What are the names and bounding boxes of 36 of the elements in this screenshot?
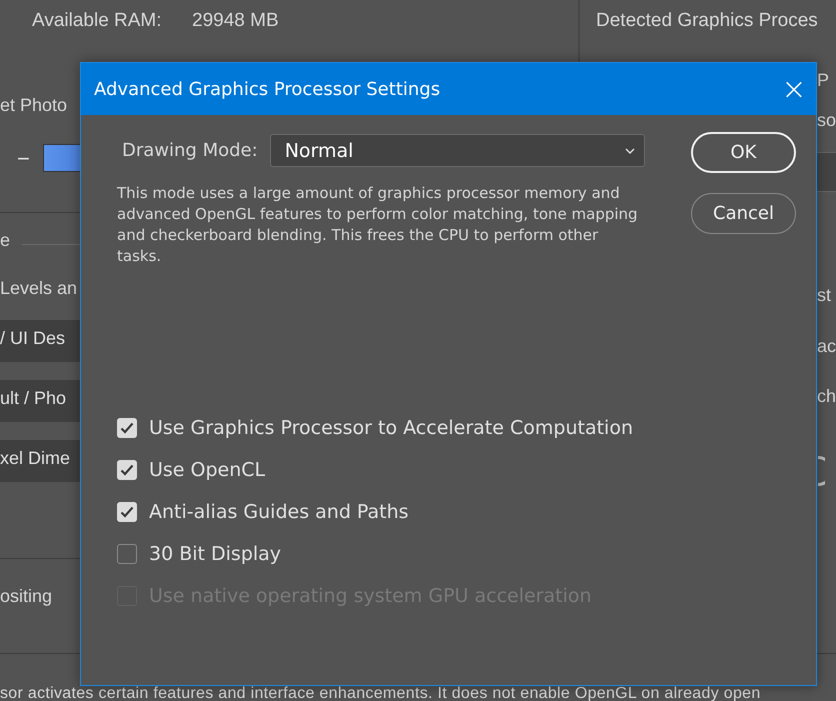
checkbox[interactable] [117,460,137,480]
option-label: Use Graphics Processor to Accelerate Computation [149,417,633,439]
setting-label: ch [817,386,836,407]
cancel-button[interactable]: Cancel [691,193,796,234]
ok-button[interactable]: OK [691,132,796,173]
setting-label: ositing [0,586,52,607]
setting-label: ult / Pho [0,388,66,409]
checkbox[interactable] [117,544,137,564]
checkbox[interactable] [117,502,137,522]
setting-label: e [0,230,10,251]
chevron-down-icon [624,146,636,154]
close-button[interactable]: × [772,63,816,115]
setting-label: ac [817,336,836,357]
drawing-mode-label: Drawing Mode: [122,140,258,161]
setting-label: P [817,70,830,91]
setting-label: et Photo [0,95,68,116]
ram-label: Available RAM: [32,10,162,32]
setting-label: xel Dime [0,448,70,469]
footer-text: sor activates certain features and interface enhancements. It does not enable OpenGL on already open [0,687,761,701]
setting-label: so [817,110,836,131]
ram-value: 29948 MB [192,10,279,32]
text-field[interactable] [815,152,836,192]
radio-icon[interactable] [818,455,825,487]
setting-label: st [817,285,832,306]
option-label: 30 Bit Display [149,543,282,565]
setting-label: / UI Des [0,328,66,349]
minus-icon: − [17,146,30,172]
checkbox[interactable] [117,418,137,438]
setting-label: Levels an [0,278,78,299]
gpu-heading: Detected Graphics Proces [596,10,818,32]
drawing-mode-dropdown[interactable]: Normal [270,134,645,167]
color-swatch[interactable] [43,144,83,172]
option-label: Anti-alias Guides and Paths [149,501,409,523]
mode-description: This mode uses a large amount of graphics processor memory and advanced OpenGL features to perform color matching, tone mapping and checkerboard blending. This frees the CPU to perform other tasks. [117,183,639,267]
option-label: Use OpenCL [149,459,266,481]
dialog-title: Advanced Graphics Processor Settings [94,78,440,100]
